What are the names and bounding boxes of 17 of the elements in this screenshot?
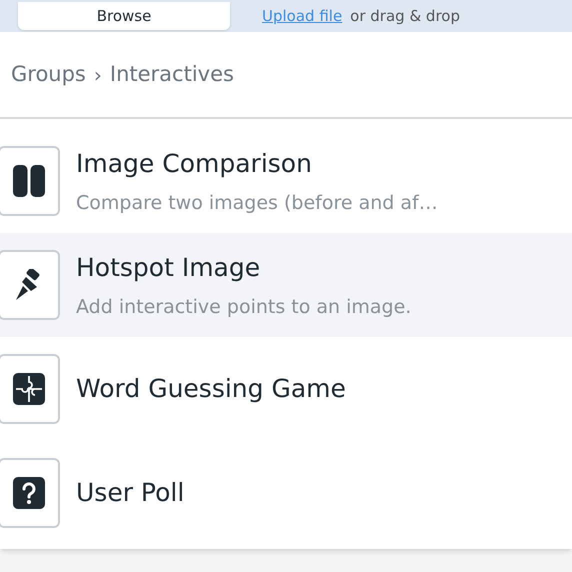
- item-description: Compare two images (before and af…: [76, 190, 438, 216]
- drop-hint: or drag & drop: [350, 6, 460, 27]
- item-title: Hotspot Image: [76, 252, 262, 284]
- content-type-item[interactable]: User Poll: [0, 441, 572, 545]
- breadcrumb-separator: ›: [94, 62, 102, 88]
- item-title: Image Comparison: [76, 148, 313, 180]
- split-square-icon: [13, 165, 45, 197]
- item-title: User Poll: [76, 477, 184, 510]
- content-type-item[interactable]: Hotspot Image Add interactive points to an image.: [0, 233, 572, 337]
- browse-button[interactable]: Browse: [18, 2, 230, 30]
- content-type-item[interactable]: Word Guessing Game: [0, 337, 572, 441]
- question-icon: [13, 477, 45, 509]
- item-description: Add interactive points to an image.: [76, 294, 412, 320]
- breadcrumb-item[interactable]: Groups: [11, 58, 86, 90]
- content-type-item[interactable]: Image Comparison Compare two images (before and af…: [0, 129, 572, 233]
- item-title: Word Guessing Game: [76, 373, 346, 406]
- breadcrumb-item[interactable]: Interactives: [110, 58, 234, 90]
